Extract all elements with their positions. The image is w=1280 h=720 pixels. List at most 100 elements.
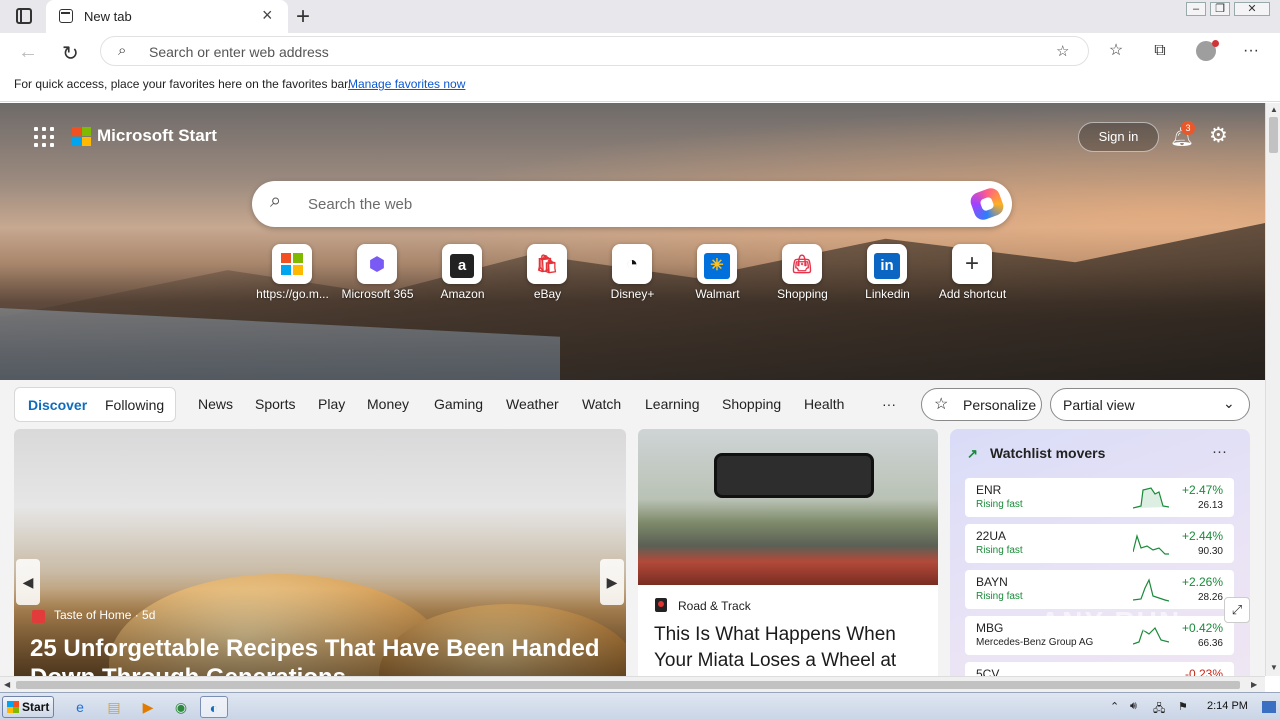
nav-money[interactable]: Money <box>367 396 409 412</box>
action-center-flag-icon[interactable]: ⚑ <box>1178 700 1188 713</box>
media-player-icon[interactable]: ▶ <box>134 696 162 718</box>
scroll-up-icon[interactable]: ▲ <box>1270 105 1278 114</box>
microsoft-logo-icon <box>72 127 92 147</box>
stock-status: Rising fast <box>976 591 1023 602</box>
address-bar[interactable]: ⌕ Search or enter web address ☆ <box>100 36 1089 66</box>
shortcut-ebay[interactable]: 🛍︎ eBay <box>505 244 590 304</box>
watchlist-row[interactable]: 22UA Rising fast +2.44% 90.30 <box>965 524 1234 563</box>
settings-more-icon[interactable]: ··· <box>1242 42 1260 60</box>
volume-icon[interactable]: 🔊︎ <box>1130 700 1137 713</box>
tab-discover[interactable]: Discover <box>28 397 87 413</box>
new-tab-plus-icon[interactable]: + <box>296 3 310 31</box>
watchlist-row[interactable]: BAYN Rising fast +2.26% 28.26 <box>965 570 1234 609</box>
featured-article-card[interactable]: ◀ ▶ Taste of Home · 5d 25 Unforgettable … <box>14 429 626 676</box>
microsoft365-icon: ⬢ <box>357 244 397 284</box>
shortcut-shopping[interactable]: 👜︎ Shopping <box>760 244 845 304</box>
tab-following[interactable]: Following <box>105 397 164 413</box>
file-explorer-icon[interactable]: ▤ <box>100 696 128 718</box>
clock[interactable]: 2:14 PM <box>1207 700 1248 712</box>
carousel-prev-icon[interactable]: ◀ <box>16 559 40 605</box>
gear-icon[interactable]: ⚙ <box>1209 123 1228 148</box>
sign-in-button[interactable]: Sign in <box>1078 122 1159 152</box>
layout-view-select[interactable]: Partial view ⌄ <box>1050 388 1250 421</box>
web-search-input[interactable]: Search the web <box>308 196 412 213</box>
article-card[interactable]: Road & Track This Is What Happens When Y… <box>638 429 938 676</box>
article-title[interactable]: 25 Unforgettable Recipes That Have Been … <box>30 634 615 676</box>
linkedin-icon: in <box>867 244 907 284</box>
nav-sports[interactable]: Sports <box>255 396 295 412</box>
tab-actions-icon[interactable] <box>16 8 32 24</box>
article-title[interactable]: This Is What Happens When Your Miata Los… <box>654 622 929 674</box>
edge-icon[interactable]: ◐ <box>200 696 228 718</box>
start-button[interactable]: Start <box>2 696 54 718</box>
stock-status: Rising fast <box>976 499 1023 510</box>
nav-learning[interactable]: Learning <box>645 396 700 412</box>
profile-status-dot <box>1212 40 1219 47</box>
vertical-scroll-thumb[interactable] <box>1269 117 1278 153</box>
show-desktop-icon[interactable] <box>1262 701 1276 713</box>
watchlist-row[interactable]: ENR Rising fast +2.47% 26.13 <box>965 478 1234 517</box>
nav-more-icon[interactable]: ··· <box>882 396 896 412</box>
scroll-down-icon[interactable]: ▼ <box>1270 663 1278 672</box>
web-search-box[interactable]: ⌕ Search the web <box>252 181 1012 227</box>
tab-new-tab[interactable]: New tab × <box>46 0 288 33</box>
shortcut-go-microsoft[interactable]: https://go.m... <box>250 244 335 304</box>
expand-icon[interactable]: ⤢ <box>1224 597 1250 623</box>
nav-watch[interactable]: Watch <box>582 396 621 412</box>
shortcut-amazon[interactable]: a Amazon <box>420 244 505 304</box>
brand-title[interactable]: Microsoft Start <box>97 126 217 146</box>
shortcut-add[interactable]: + Add shortcut <box>930 244 1015 304</box>
add-favorite-star-icon[interactable]: ☆ <box>1056 42 1069 60</box>
notification-badge: 3 <box>1181 121 1195 135</box>
nav-gaming[interactable]: Gaming <box>434 396 483 412</box>
shortcut-walmart[interactable]: ✳ Walmart <box>675 244 760 304</box>
minimize-button[interactable]: – <box>1186 2 1206 16</box>
watchlist-more-icon[interactable]: ··· <box>1212 443 1227 460</box>
copilot-icon[interactable] <box>968 185 1006 223</box>
stock-symbol: 22UA <box>976 529 1007 543</box>
close-window-button[interactable]: ✕ <box>1234 2 1270 16</box>
stock-symbol: MBG <box>976 621 1004 635</box>
shortcut-label: Microsoft 365 <box>341 287 414 301</box>
shortcut-linkedin[interactable]: in Linkedin <box>845 244 930 304</box>
personalize-button[interactable]: ☆ Personalize <box>921 388 1042 421</box>
address-input[interactable]: Search or enter web address <box>149 44 329 60</box>
vertical-scrollbar[interactable]: ▲ ▼ <box>1265 103 1280 676</box>
source-logo-icon <box>32 610 45 623</box>
favorites-icon[interactable]: ☆ <box>1107 42 1125 60</box>
shortcut-label: https://go.m... <box>256 287 329 301</box>
watchlist-title[interactable]: Watchlist movers <box>990 445 1105 461</box>
tab-title: New tab <box>84 9 132 24</box>
nav-shopping[interactable]: Shopping <box>722 396 781 412</box>
nav-weather[interactable]: Weather <box>506 396 559 412</box>
title-bar: New tab × + – ❐ ✕ <box>0 0 1280 33</box>
chrome-icon[interactable]: ◉ <box>167 696 195 718</box>
watchlist-card: ↗ Watchlist movers ··· ENR Rising fast +… <box>950 429 1250 676</box>
scroll-left-icon[interactable]: ◀ <box>4 680 10 689</box>
windows-logo-icon <box>272 244 312 284</box>
manage-favorites-link[interactable]: Manage favorites now <box>348 77 465 91</box>
network-icon[interactable]: 🖧 <box>1153 700 1165 719</box>
maximize-button[interactable]: ❐ <box>1210 2 1230 16</box>
shortcut-disney-plus[interactable]: ◔ Disney+ <box>590 244 675 304</box>
new-tab-page-icon <box>59 9 73 23</box>
watchlist-row[interactable]: 5CV -0.23% <box>965 662 1234 676</box>
scroll-right-icon[interactable]: ▶ <box>1251 680 1257 689</box>
nav-news[interactable]: News <box>198 396 233 412</box>
horizontal-scroll-thumb[interactable] <box>16 681 1240 689</box>
refresh-icon[interactable]: ↻ <box>62 41 79 66</box>
collections-icon[interactable]: ⧉ <box>1151 42 1169 60</box>
back-arrow-icon[interactable]: ← <box>18 41 38 64</box>
tray-expand-icon[interactable]: ⌃ <box>1110 700 1119 713</box>
carousel-next-icon[interactable]: ▶ <box>600 559 624 605</box>
personalize-star-icon: ☆ <box>934 396 949 413</box>
internet-explorer-icon[interactable]: e <box>66 696 94 718</box>
nav-health[interactable]: Health <box>804 396 844 412</box>
horizontal-scrollbar[interactable]: ◀ ▶ <box>0 676 1265 692</box>
shortcut-microsoft-365[interactable]: ⬢ Microsoft 365 <box>335 244 420 304</box>
stock-company: Mercedes-Benz Group AG <box>976 637 1094 648</box>
hero-background: Microsoft Start Sign in 🔔︎ 3 ⚙ ⌕ Search … <box>0 103 1265 380</box>
nav-play[interactable]: Play <box>318 396 345 412</box>
close-tab-icon[interactable]: × <box>262 6 273 24</box>
app-launcher-icon[interactable] <box>34 127 54 147</box>
